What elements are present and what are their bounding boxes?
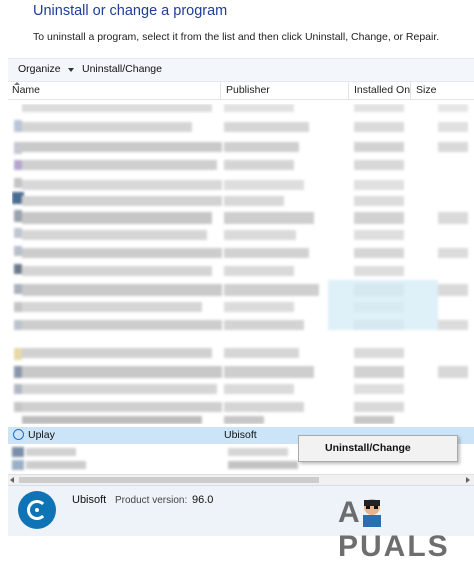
ubisoft-logo (18, 491, 56, 529)
column-size[interactable]: Size (416, 84, 436, 99)
program-name: Uplay (28, 429, 55, 441)
column-divider[interactable] (410, 82, 411, 99)
watermark-mascot-icon (363, 499, 381, 527)
context-menu: Uninstall/Change (298, 435, 458, 462)
uninstall-change-button[interactable]: Uninstall/Change (82, 63, 162, 75)
program-list[interactable] (8, 100, 474, 424)
instruction-text: To uninstall a program, select it from t… (33, 31, 440, 43)
context-menu-uninstall-change[interactable]: Uninstall/Change (325, 442, 411, 454)
scroll-right-arrow-icon[interactable] (466, 477, 470, 483)
column-divider[interactable] (220, 82, 221, 99)
column-installed-on[interactable]: Installed On (354, 84, 410, 99)
uplay-icon (13, 429, 24, 440)
page-title: Uninstall or change a program (33, 3, 228, 19)
scrollbar-thumb[interactable] (19, 477, 319, 483)
toolbar: Organize Uninstall/Change (8, 58, 474, 82)
program-publisher: Ubisoft (224, 429, 257, 441)
column-name[interactable]: Name (12, 84, 40, 99)
product-version-value: 96.0 (192, 494, 214, 506)
scroll-left-arrow-icon[interactable] (10, 477, 14, 483)
horizontal-scrollbar[interactable] (8, 474, 474, 485)
details-publisher: Ubisoft (72, 494, 107, 506)
blurred-program-rows (12, 104, 468, 424)
product-version-label: Product version: (115, 495, 188, 506)
ubisoft-logo-dot (35, 508, 39, 512)
dropdown-caret-icon (68, 68, 74, 72)
column-publisher[interactable]: Publisher (226, 84, 270, 99)
column-header: Name Publisher Installed On Size (8, 82, 474, 100)
column-divider[interactable] (348, 82, 349, 99)
organize-button[interactable]: Organize (18, 63, 61, 75)
